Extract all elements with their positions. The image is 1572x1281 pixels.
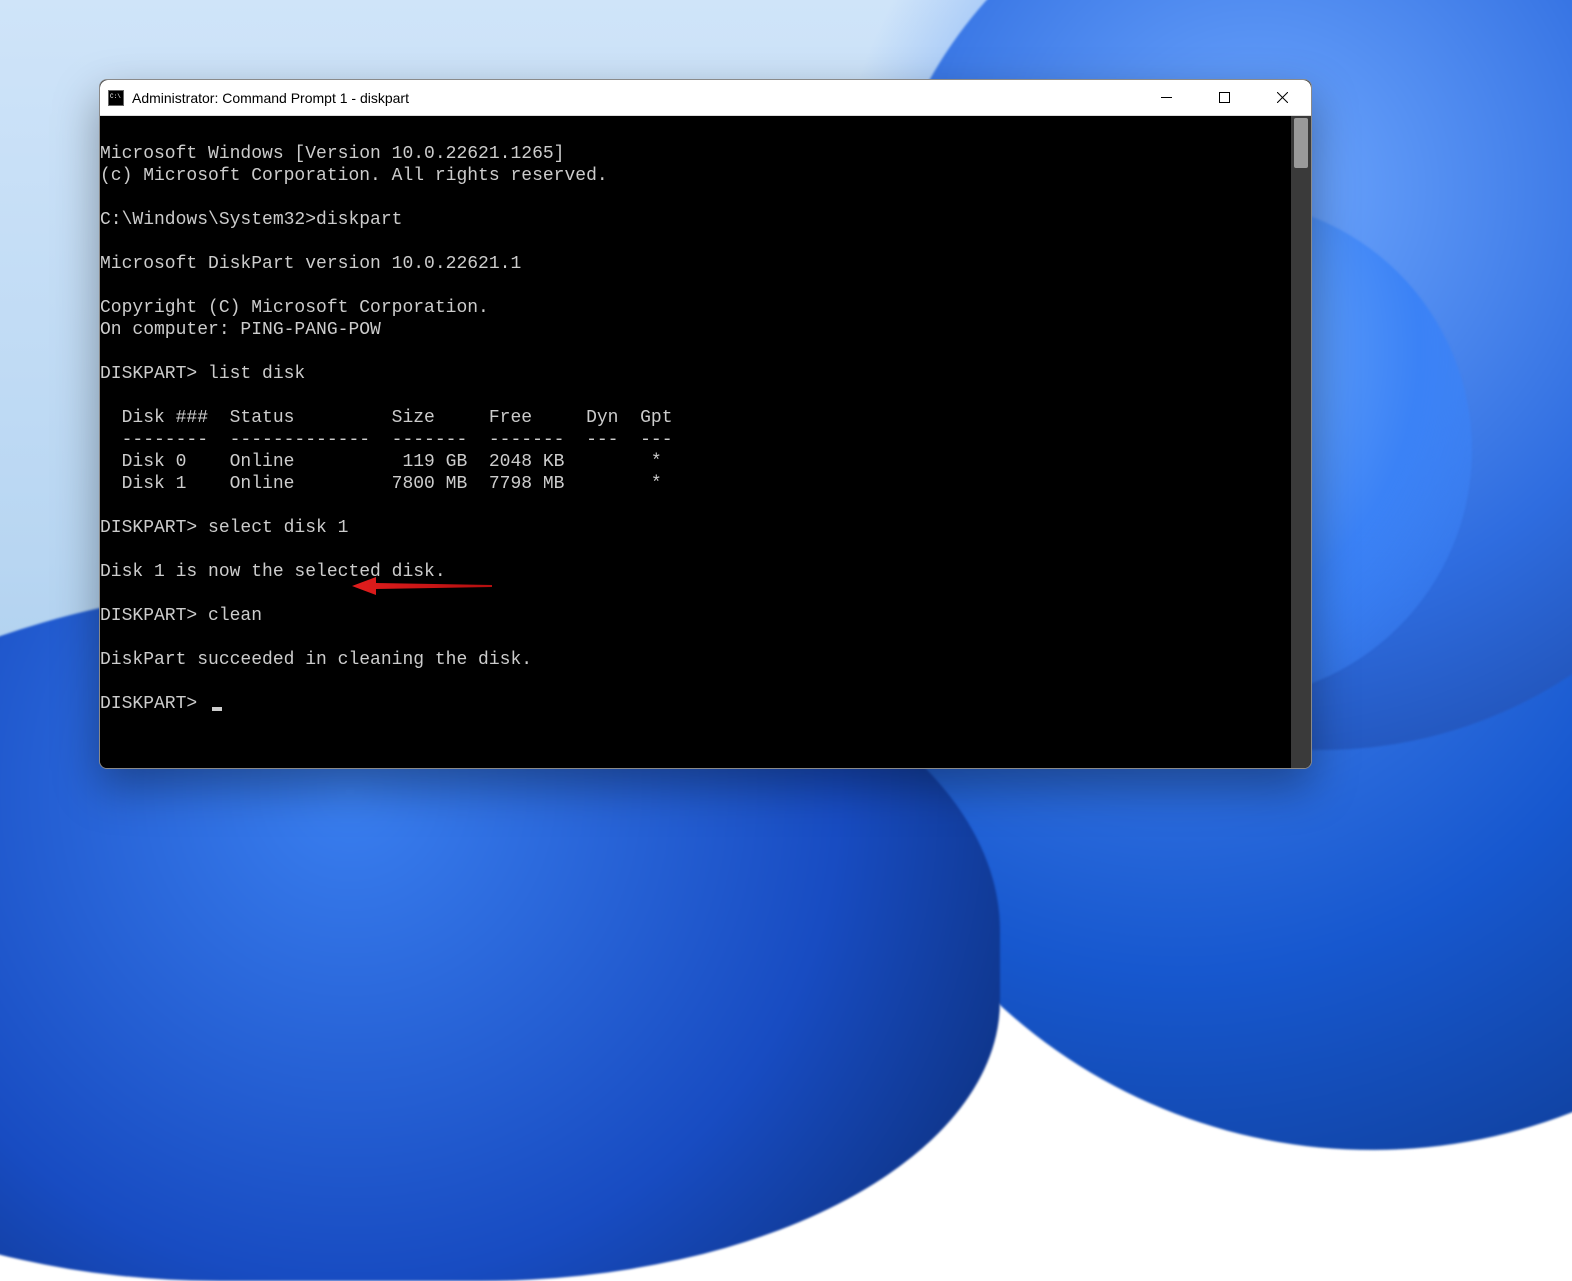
terminal-line: DISKPART> select disk 1	[100, 518, 348, 538]
maximize-button[interactable]	[1195, 80, 1253, 115]
terminal-line: Disk 1 Online 7800 MB 7798 MB *	[100, 474, 662, 494]
terminal-line: Disk 0 Online 119 GB 2048 KB *	[100, 452, 662, 472]
window-controls	[1137, 80, 1311, 115]
terminal-line: -------- ------------- ------- ------- -…	[100, 430, 673, 450]
vertical-scrollbar[interactable]	[1291, 116, 1311, 768]
terminal-line: Microsoft Windows [Version 10.0.22621.12…	[100, 144, 564, 164]
window-titlebar[interactable]: Administrator: Command Prompt 1 - diskpa…	[100, 80, 1311, 116]
terminal-line: Disk 1 is now the selected disk.	[100, 562, 446, 582]
scrollbar-thumb[interactable]	[1294, 118, 1308, 168]
terminal-line: Microsoft DiskPart version 10.0.22621.1	[100, 254, 521, 274]
cmd-icon	[108, 90, 124, 106]
terminal-line: Disk ### Status Size Free Dyn Gpt	[100, 408, 673, 428]
command-prompt-window: Administrator: Command Prompt 1 - diskpa…	[99, 79, 1312, 769]
terminal-prompt: DISKPART>	[100, 694, 208, 714]
terminal-output[interactable]: Microsoft Windows [Version 10.0.22621.12…	[100, 116, 1291, 768]
minimize-icon	[1161, 92, 1172, 103]
terminal-line: C:\Windows\System32>diskpart	[100, 210, 402, 230]
terminal-line: Copyright (C) Microsoft Corporation.	[100, 298, 489, 318]
window-title: Administrator: Command Prompt 1 - diskpa…	[132, 90, 409, 106]
terminal-line: DISKPART> clean	[100, 606, 262, 626]
terminal-line: (c) Microsoft Corporation. All rights re…	[100, 166, 608, 186]
terminal-line: On computer: PING-PANG-POW	[100, 320, 381, 340]
minimize-button[interactable]	[1137, 80, 1195, 115]
close-button[interactable]	[1253, 80, 1311, 115]
terminal-line: DiskPart succeeded in cleaning the disk.	[100, 650, 532, 670]
close-icon	[1277, 92, 1288, 103]
terminal-line: DISKPART> list disk	[100, 364, 305, 384]
maximize-icon	[1219, 92, 1230, 103]
terminal-cursor	[212, 707, 222, 711]
